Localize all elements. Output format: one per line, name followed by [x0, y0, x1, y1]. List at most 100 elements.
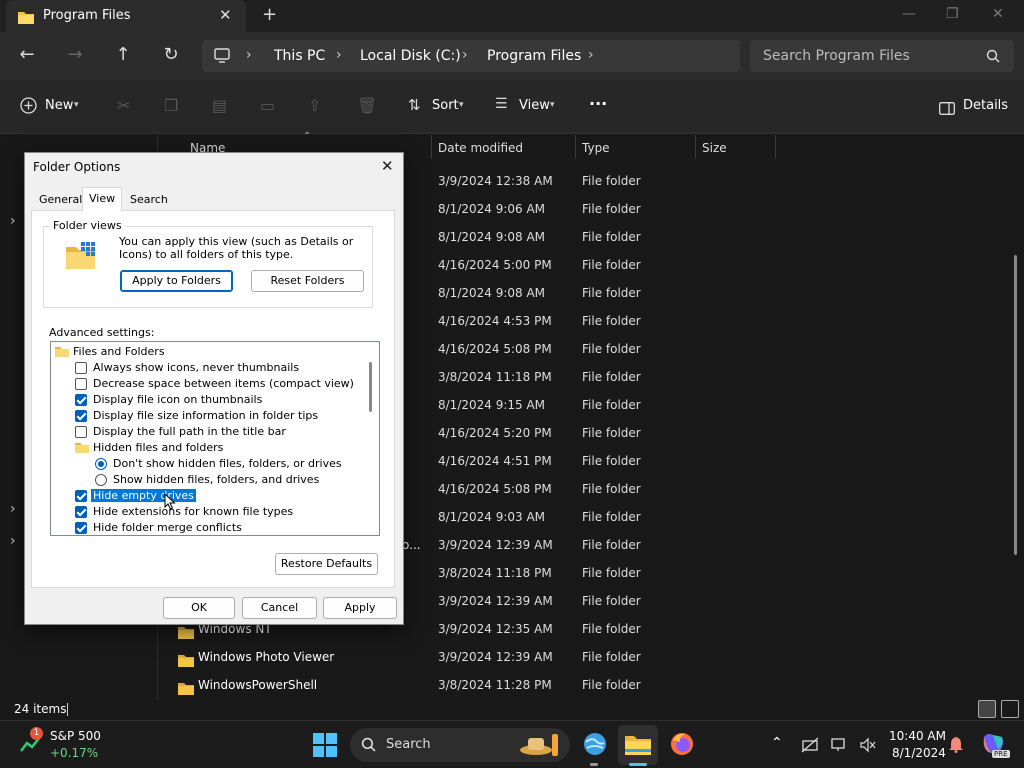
breadcrumb-local-disk[interactable]: Local Disk (C:)	[360, 48, 461, 64]
checkbox-icon[interactable]	[75, 410, 87, 422]
breadcrumb-chevron-icon[interactable]: ›	[462, 47, 468, 63]
checkbox-icon[interactable]	[75, 426, 87, 438]
minimize-button[interactable]: —	[902, 6, 916, 22]
network-off-icon[interactable]	[801, 737, 819, 757]
file-type: File folder	[582, 594, 641, 608]
tree-scrollbar-thumb[interactable]	[369, 362, 372, 412]
search-input[interactable]: Search Program Files	[750, 40, 1014, 72]
start-windows-icon[interactable]	[313, 733, 337, 761]
refresh-button[interactable]: ↻	[159, 44, 183, 65]
ok-button[interactable]: OK	[163, 597, 235, 619]
taskbar-search-box[interactable]: Search	[350, 728, 570, 762]
network-icon[interactable]	[831, 737, 849, 757]
table-row[interactable]: WindowsPowerShell 3/8/2024 11:28 PM File f…	[160, 672, 980, 700]
table-row[interactable]: Windows Photo Viewer 3/9/2024 12:39 AM Fil…	[160, 644, 980, 672]
share-icon[interactable]: ⇪	[308, 96, 321, 115]
file-date-modified: 8/1/2024 9:15 AM	[438, 398, 546, 412]
apply-button[interactable]: Apply	[323, 597, 397, 619]
paste-icon[interactable]: ▤	[212, 96, 227, 115]
breadcrumb-chevron-icon[interactable]: ›	[336, 47, 342, 63]
clock-date[interactable]: 8/1/2024	[892, 746, 946, 760]
column-divider[interactable]	[575, 135, 576, 159]
radio-icon[interactable]	[95, 474, 107, 486]
checkbox-icon[interactable]	[75, 490, 87, 502]
folder-icon	[178, 652, 194, 671]
apply-to-folders-button[interactable]: Apply to Folders	[120, 270, 233, 292]
volume-muted-icon[interactable]	[860, 737, 876, 757]
breadcrumb-chevron-icon[interactable]: ›	[246, 47, 252, 63]
new-tab-button[interactable]: +	[262, 4, 277, 25]
checkbox-icon[interactable]	[75, 506, 87, 518]
sort-icon: ⇅	[408, 96, 421, 114]
address-bar[interactable]: › This PC › Local Disk (C:) › Program Fi…	[202, 40, 740, 72]
tab-close-button[interactable]: ✕	[219, 6, 232, 24]
cut-icon[interactable]: ✂	[117, 96, 130, 115]
column-divider[interactable]	[775, 135, 776, 159]
column-header-size[interactable]: Size	[702, 141, 727, 155]
folder-views-description: You can apply this view (such as Details…	[119, 235, 354, 261]
folder-views-icon	[65, 241, 97, 275]
forward-button[interactable]: →	[63, 44, 87, 65]
expand-chevron-icon[interactable]: ›	[10, 213, 16, 229]
sort-button[interactable]: Sort	[432, 98, 459, 113]
reset-folders-button[interactable]: Reset Folders	[251, 270, 364, 292]
folder-icon	[18, 9, 34, 28]
notification-bell-icon[interactable]	[949, 736, 963, 757]
show-hidden-icons-button[interactable]: ⌃	[771, 735, 783, 751]
tab-search[interactable]: Search	[124, 189, 174, 210]
checkbox-icon[interactable]	[75, 378, 87, 390]
details-button[interactable]: Details	[963, 98, 1008, 113]
expand-chevron-icon[interactable]: ›	[10, 533, 16, 549]
tree-item-label: Hide folder merge conflicts	[93, 521, 242, 534]
breadcrumb-this-pc[interactable]: This PC	[274, 48, 325, 64]
checkbox-icon[interactable]	[75, 522, 87, 534]
column-divider[interactable]	[695, 135, 696, 159]
expand-chevron-icon[interactable]: ›	[10, 501, 16, 517]
file-date-modified: 4/16/2024 5:08 PM	[438, 342, 552, 356]
back-button[interactable]: ←	[15, 44, 39, 65]
copy-icon[interactable]: ❐	[164, 96, 178, 115]
command-bar: New ▾ ✂ ❐ ▤ ▭ ⇪ 🗑 ⇅ Sort ▾ ☰ View ▾ ··· …	[0, 80, 1024, 134]
vertical-scrollbar[interactable]	[1014, 255, 1017, 555]
radio-icon[interactable]	[95, 458, 107, 470]
file-date-modified: 8/1/2024 9:03 AM	[438, 510, 546, 524]
new-button[interactable]: New	[45, 98, 73, 113]
file-type: File folder	[582, 426, 641, 440]
status-bar: 24 items	[0, 700, 1024, 720]
breadcrumb-program-files[interactable]: Program Files	[487, 48, 581, 64]
column-header-date-modified[interactable]: Date modified	[438, 141, 523, 155]
sort-ascending-icon: ⌃	[303, 131, 312, 142]
tab-program-files[interactable]: Program Files ✕	[6, 0, 246, 32]
file-date-modified: 4/16/2024 5:00 PM	[438, 258, 552, 272]
checkbox-icon[interactable]	[75, 394, 87, 406]
maximize-button[interactable]: ❐	[946, 6, 959, 22]
stock-name[interactable]: S&P 500	[50, 729, 101, 743]
folder-icon	[75, 442, 89, 456]
tiles-view-toggle[interactable]	[1001, 700, 1019, 718]
firefox-icon[interactable]	[669, 731, 695, 761]
column-divider[interactable]	[431, 135, 432, 159]
tree-item-label: Always show icons, never thumbnails	[93, 361, 300, 374]
delete-icon[interactable]: 🗑	[357, 96, 377, 115]
tab-view[interactable]: View	[82, 187, 123, 211]
file-type: File folder	[582, 342, 641, 356]
clock-time[interactable]: 10:40 AM	[889, 729, 946, 743]
more-options-button[interactable]: ···	[589, 94, 607, 113]
breadcrumb-chevron-icon[interactable]: ›	[588, 47, 594, 63]
tree-item-label: Hide extensions for known file types	[93, 505, 294, 518]
copilot-preview-badge: PRE	[992, 750, 1010, 758]
checkbox-icon[interactable]	[75, 362, 87, 374]
up-button[interactable]: ↑	[111, 44, 135, 65]
cancel-button[interactable]: Cancel	[242, 597, 317, 619]
address-row: ← → ↑ ↻ › This PC › Local Disk (C:) › Pr…	[0, 32, 1024, 80]
view-button[interactable]: View	[519, 98, 550, 113]
restore-defaults-button[interactable]: Restore Defaults	[275, 553, 378, 575]
details-view-toggle[interactable]	[978, 700, 996, 718]
tab-title: Program Files	[43, 8, 131, 23]
dialog-close-button[interactable]: ✕	[381, 157, 394, 175]
globe-app-icon[interactable]	[582, 731, 608, 761]
close-window-button[interactable]: ✕	[992, 6, 1004, 22]
tab-general[interactable]: General	[33, 189, 88, 210]
rename-icon[interactable]: ▭	[260, 96, 275, 115]
column-header-type[interactable]: Type	[582, 141, 610, 155]
